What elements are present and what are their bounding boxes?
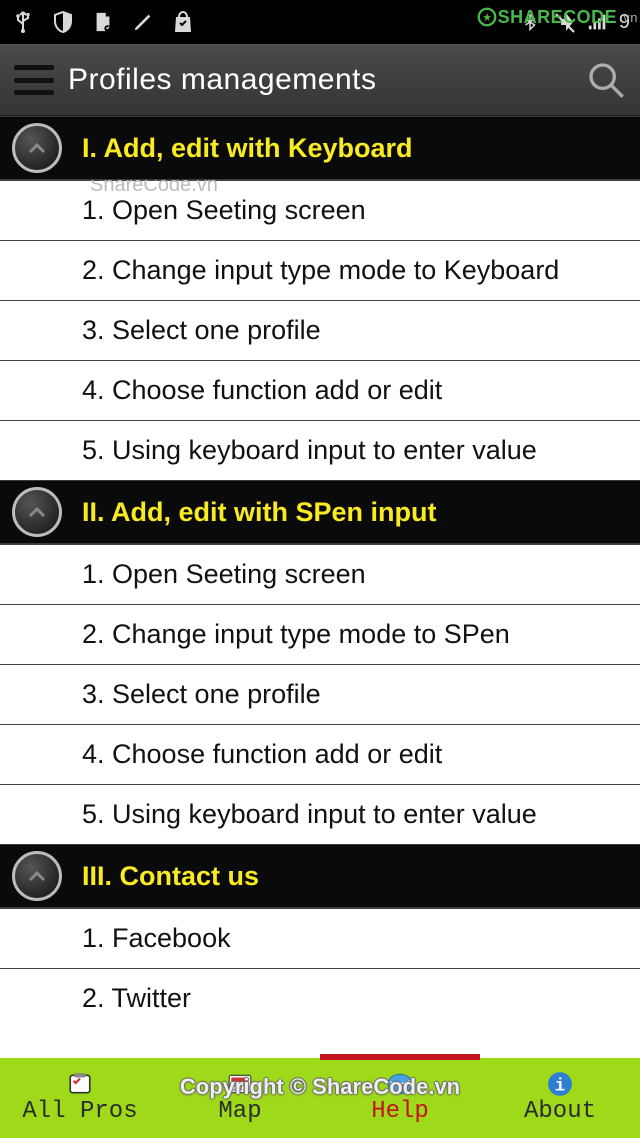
nav-about[interactable]: i About [480,1058,640,1138]
android-status-bar: 9 SHARECODE.vn [0,0,640,44]
nav-map[interactable]: 292 Map [160,1058,320,1138]
shopping-bag-icon [170,9,196,35]
section-title: II. Add, edit with SPen input [82,497,436,528]
help-step[interactable]: 2. Change input type mode to SPen [0,604,640,664]
help-step[interactable]: 4. Choose function add or edit [0,360,640,420]
section-title: III. Contact us [82,861,259,892]
sharecode-watermark-logo: SHARECODE.vn [476,6,638,28]
nav-label: About [524,1098,596,1125]
page-title: Profiles managements [68,63,578,97]
nav-help[interactable]: Help [320,1058,480,1138]
app-title-bar: Profiles managements [0,44,640,116]
status-left-icons [6,9,196,35]
help-step[interactable]: 1. Open Seeting screen [0,544,640,604]
shield-icon [50,9,76,35]
section-header-keyboard[interactable]: I. Add, edit with Keyboard [0,116,640,180]
contact-item-twitter[interactable]: 2. Twitter [0,968,640,1028]
section-header-contact[interactable]: III. Contact us [0,844,640,908]
collapse-button[interactable] [12,851,62,901]
contact-item-facebook[interactable]: 1. Facebook [0,908,640,968]
document-icon [90,9,116,35]
nav-label: Map [218,1098,261,1125]
section-header-spen[interactable]: II. Add, edit with SPen input [0,480,640,544]
svg-text:292: 292 [233,1086,247,1094]
map-icon: 292 [225,1071,255,1097]
help-icon [385,1071,415,1097]
checklist-icon [65,1071,95,1097]
nav-all-pros[interactable]: All Pros [0,1058,160,1138]
pencil-icon [130,9,156,35]
help-step[interactable]: 3. Select one profile [0,300,640,360]
help-step[interactable]: 2. Change input type mode to Keyboard [0,240,640,300]
help-step[interactable]: 5. Using keyboard input to enter value [0,784,640,844]
nav-label: Help [371,1098,429,1125]
collapse-button[interactable] [12,487,62,537]
help-step[interactable]: 4. Choose function add or edit [0,724,640,784]
bottom-nav: Copyright © ShareCode.vn All Pros 292 Ma… [0,1058,640,1138]
menu-button[interactable] [14,65,54,95]
help-step[interactable]: 1. Open Seeting screen [0,180,640,240]
info-icon: i [545,1071,575,1097]
help-step[interactable]: 3. Select one profile [0,664,640,724]
nav-label: All Pros [22,1098,137,1125]
section-title: I. Add, edit with Keyboard [82,133,413,164]
help-content: ShareCode.vn I. Add, edit with Keyboard … [0,116,640,1058]
collapse-button[interactable] [12,123,62,173]
svg-text:i: i [555,1078,565,1097]
search-button[interactable] [586,60,626,100]
usb-icon [10,9,36,35]
help-step[interactable]: 5. Using keyboard input to enter value [0,420,640,480]
